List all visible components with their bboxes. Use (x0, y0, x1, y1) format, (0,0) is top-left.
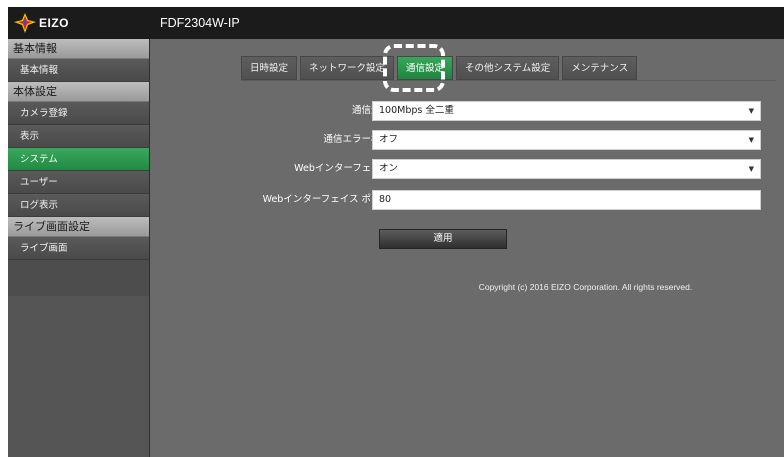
web-interface-select[interactable]: オン ▼ (372, 159, 761, 179)
sidebar-empty-area (8, 296, 149, 457)
app-window: EIZO FDF2304W-IP 基本情報 基本情報 本体設定 カメラ登録 表示… (8, 7, 784, 457)
tab-divider (241, 80, 776, 81)
logo-text: EIZO (39, 16, 70, 30)
tab-network[interactable]: ネットワーク設定 (300, 56, 395, 80)
comm-error-select[interactable]: オフ ▼ (372, 130, 761, 150)
form-row-comm-error: 通信エラー検知 オフ ▼ (151, 130, 784, 150)
comm-error-value: オフ (379, 134, 399, 145)
copyright-text: Copyright (c) 2016 EIZO Corporation. All… (478, 282, 693, 292)
sidebar-item-basic-info[interactable]: 基本情報 (8, 59, 149, 82)
chevron-down-icon: ▼ (748, 165, 754, 173)
sidebar-item-users[interactable]: ユーザー (8, 171, 149, 194)
settings-tabs: 日時設定 ネットワーク設定 通信設定 その他システム設定 メンテナンス (241, 56, 640, 80)
tab-maintenance[interactable]: メンテナンス (562, 56, 638, 80)
sidebar-section-basic-info[interactable]: 基本情報 (8, 39, 149, 59)
chevron-down-icon: ▼ (748, 107, 754, 115)
sidebar-item-system[interactable]: システム (8, 148, 149, 171)
tab-datetime[interactable]: 日時設定 (241, 56, 298, 80)
eizo-logo: EIZO (14, 13, 69, 33)
sidebar-item-log-view[interactable]: ログ表示 (8, 194, 149, 217)
form-row-comm-speed: 通信速度 100Mbps 全二重 ▼ (151, 101, 784, 121)
comm-speed-select[interactable]: 100Mbps 全二重 ▼ (372, 101, 761, 121)
sidebar-section-live-settings[interactable]: ライブ画面設定 (8, 217, 149, 237)
sidebar-item-camera-registration[interactable]: カメラ登録 (8, 102, 149, 125)
web-port-input[interactable]: 80 (372, 190, 761, 210)
top-bar: EIZO FDF2304W-IP (8, 7, 784, 39)
model-name: FDF2304W-IP (160, 16, 240, 30)
main-content: 日時設定 ネットワーク設定 通信設定 その他システム設定 メンテナンス 通信速度… (151, 39, 784, 457)
apply-button[interactable]: 適用 (379, 229, 507, 249)
web-port-label: Webインターフェイス ポート (262, 194, 390, 205)
form-row-web-interface: Webインターフェイス オン ▼ (151, 159, 784, 179)
sidebar-item-display[interactable]: 表示 (8, 125, 149, 148)
comm-speed-value: 100Mbps 全二重 (379, 105, 454, 116)
form-row-web-port: Webインターフェイス ポート 80 (151, 190, 784, 210)
sidebar-section-device-settings[interactable]: 本体設定 (8, 82, 149, 102)
web-port-value: 80 (379, 194, 392, 205)
sidebar: 基本情報 基本情報 本体設定 カメラ登録 表示 システム ユーザー ログ表示 ラ… (8, 39, 150, 457)
chevron-down-icon: ▼ (748, 136, 754, 144)
eizo-logo-icon (14, 13, 36, 33)
sidebar-item-live-screen[interactable]: ライブ画面 (8, 237, 149, 260)
tab-other-system[interactable]: その他システム設定 (456, 56, 560, 80)
tab-communication[interactable]: 通信設定 (397, 56, 454, 80)
web-interface-value: オン (379, 163, 399, 174)
